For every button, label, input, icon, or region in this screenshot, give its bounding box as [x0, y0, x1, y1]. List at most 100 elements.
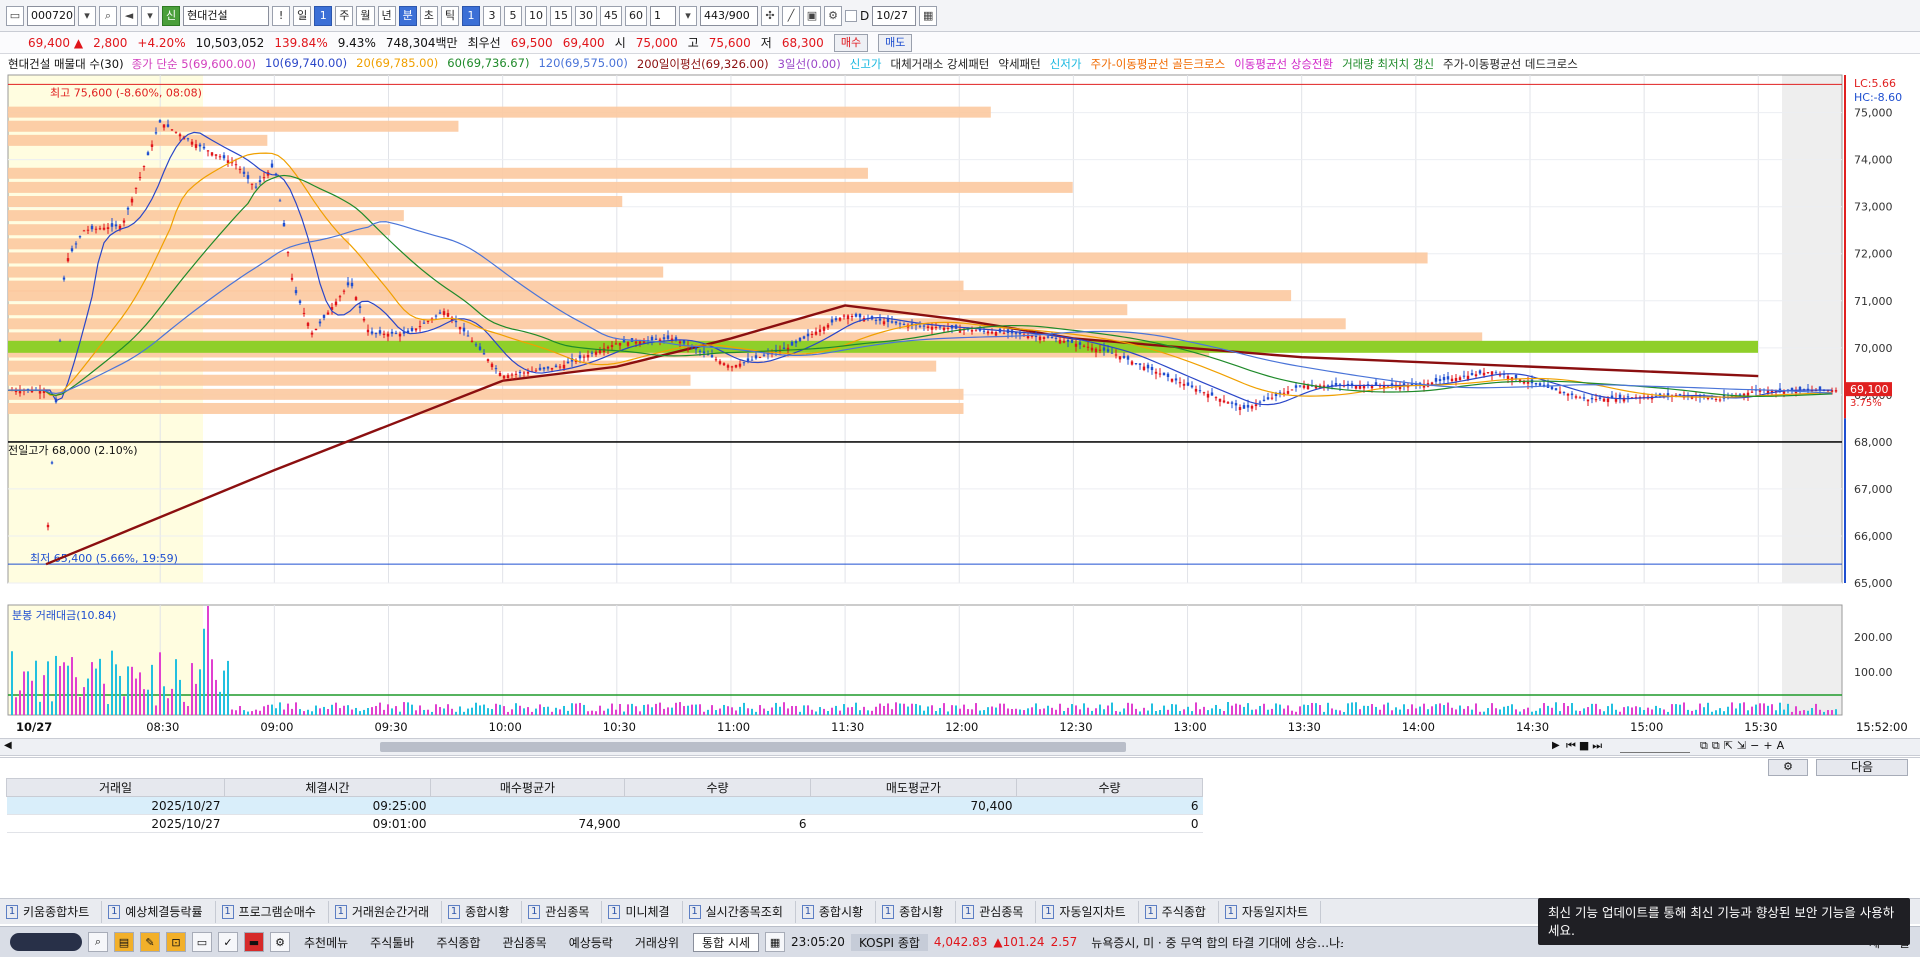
- window-tab[interactable]: 1 관심종목: [522, 900, 603, 923]
- period-week[interactable]: 주: [335, 5, 354, 26]
- scroll-left-icon[interactable]: ◀: [4, 740, 12, 751]
- window-tab[interactable]: 1 프로그램순매수: [216, 900, 329, 923]
- trade-header-cell[interactable]: 수량: [624, 778, 811, 797]
- count-select[interactable]: 1: [650, 5, 676, 26]
- legend-item[interactable]: 이동평균선 상승전환: [1234, 56, 1333, 72]
- recommend-menu[interactable]: 추천메뉴: [296, 934, 356, 951]
- legend-item[interactable]: 10(69,740.00): [265, 56, 347, 72]
- update-notice-toast[interactable]: 최신 기능 업데이트를 통해 최신 기능과 향상된 보안 기능을 사용하세요.: [1538, 898, 1910, 945]
- period-second[interactable]: 초: [419, 5, 438, 26]
- save-icon[interactable]: ▣: [803, 5, 821, 26]
- unified-button[interactable]: 통합 시세: [693, 932, 760, 952]
- interval-5[interactable]: 5: [504, 5, 522, 26]
- zoom-slider[interactable]: [1620, 739, 1690, 753]
- legend-item[interactable]: 3일선(0.00): [778, 56, 841, 72]
- chart-scrollbar[interactable]: ◀ ▶ ⏮■⏭ ⧉⧉⇱⇲−+A: [0, 738, 1920, 756]
- search-icon[interactable]: ⌕: [88, 932, 108, 952]
- legend-item[interactable]: 신저가: [1050, 56, 1082, 72]
- legend-item[interactable]: 60(69,736.67): [447, 56, 529, 72]
- period-minute[interactable]: 분: [398, 5, 417, 26]
- period-day[interactable]: 일: [293, 5, 312, 26]
- chart-tools-icons[interactable]: ⧉⧉⇱⇲−+A: [1700, 739, 1788, 753]
- window-tab[interactable]: 1 주식종합: [1139, 900, 1219, 923]
- price-chart[interactable]: 75,00074,00073,00072,00071,00070,00069,0…: [0, 73, 1920, 743]
- legend-item[interactable]: 주가-이동평균선 데드크로스: [1443, 56, 1578, 72]
- search-box[interactable]: [10, 933, 82, 951]
- legend-item[interactable]: 신고가: [850, 56, 882, 72]
- window-tab[interactable]: 1 자동일지차트: [1219, 900, 1322, 923]
- lock-icon[interactable]: ⊡: [166, 932, 186, 952]
- folder-icon[interactable]: ▤: [114, 932, 134, 952]
- window-tab[interactable]: 1 거래원순간거래: [329, 900, 443, 923]
- stock-toolbar-menu[interactable]: 주식툴바: [362, 934, 422, 951]
- monitor-icon[interactable]: ▭: [192, 932, 212, 952]
- window-tab[interactable]: 1 자동일지차트: [1036, 900, 1139, 923]
- interval-15[interactable]: 15: [550, 5, 572, 26]
- draw-line-icon[interactable]: ╱: [782, 5, 800, 26]
- period-year[interactable]: 년: [377, 5, 396, 26]
- legend-item[interactable]: 20(69,785.00): [356, 56, 438, 72]
- date-input[interactable]: 10/27: [872, 5, 917, 26]
- taskbar-item-stock[interactable]: 주식종합: [428, 934, 488, 951]
- trade-header-cell[interactable]: 수량: [1016, 778, 1203, 797]
- window-tab[interactable]: 1 예상체결등락률: [102, 900, 216, 923]
- window-icon[interactable]: ▭: [6, 5, 24, 26]
- scroll-thumb[interactable]: [380, 742, 1126, 752]
- window-tab[interactable]: 1 실시간종목조회: [683, 900, 796, 923]
- pencil-icon[interactable]: ✎: [140, 932, 160, 952]
- trade-header-cell[interactable]: 매도평균가: [810, 778, 1017, 797]
- legend-item[interactable]: 약세패턴: [998, 56, 1040, 72]
- count-dropdown-icon[interactable]: ▾: [679, 5, 697, 26]
- window-tab[interactable]: 1 종합시황: [796, 900, 877, 923]
- search-icon[interactable]: ⌕: [99, 5, 117, 26]
- speaker-dropdown-icon[interactable]: ▾: [141, 5, 159, 26]
- period-month[interactable]: 월: [356, 5, 375, 26]
- taskbar-item-watchlist[interactable]: 관심종목: [495, 934, 555, 951]
- window-tab[interactable]: 1 관심종목: [956, 900, 1037, 923]
- next-button[interactable]: 다음: [1816, 759, 1908, 776]
- alert-button[interactable]: !: [272, 5, 291, 26]
- trade-row[interactable]: 2025/10/27 09:25:00 70,400 6: [6, 796, 1203, 815]
- buy-button[interactable]: 매수: [833, 33, 869, 52]
- legend-item[interactable]: 주가-이동평균선 골든크로스: [1090, 56, 1225, 72]
- legend-item[interactable]: 200일이평선(69,326.00): [637, 56, 769, 72]
- index-name[interactable]: KOSPI 종합: [850, 933, 928, 951]
- taskbar-item-forecast[interactable]: 예상등락: [561, 934, 621, 951]
- range-field[interactable]: 443/900: [700, 5, 758, 26]
- interval-30[interactable]: 30: [575, 5, 597, 26]
- scroll-right-icon[interactable]: ▶: [1552, 740, 1560, 751]
- checklist-icon[interactable]: ✓: [218, 932, 238, 952]
- legend-item[interactable]: 대체거래소 강세패턴: [890, 56, 989, 72]
- period-tick[interactable]: 틱: [440, 5, 459, 26]
- period-day-count[interactable]: 1: [314, 5, 333, 26]
- taskbar-item-top[interactable]: 거래상위: [627, 934, 687, 951]
- playback-controls[interactable]: ⏮■⏭: [1566, 739, 1605, 753]
- stock-name-field[interactable]: 현대건설: [183, 5, 270, 26]
- window-tab[interactable]: 1 종합시황: [876, 900, 957, 923]
- gear-icon[interactable]: ⚙: [824, 5, 842, 26]
- interval-10[interactable]: 10: [525, 5, 547, 26]
- legend-item[interactable]: 종가 단순 5(69,600.00): [132, 56, 256, 72]
- trade-header-cell[interactable]: 매수평균가: [430, 778, 625, 797]
- trade-row[interactable]: 2025/10/27 09:01:00 74,900 6 0: [6, 814, 1203, 833]
- speaker-icon[interactable]: ◄: [120, 5, 138, 26]
- stock-code-input[interactable]: 000720: [27, 5, 75, 26]
- crosshair-icon[interactable]: ✣: [761, 5, 779, 26]
- legend-item[interactable]: 120(69,575.00): [538, 56, 627, 72]
- interval-45[interactable]: 45: [600, 5, 622, 26]
- screen-icon[interactable]: ▬: [244, 932, 264, 952]
- code-dropdown-icon[interactable]: ▾: [78, 5, 96, 26]
- window-tab[interactable]: 1 키움종합차트: [0, 900, 103, 923]
- window-tab[interactable]: 1 미니체결: [602, 900, 683, 923]
- sell-button[interactable]: 매도: [878, 33, 913, 52]
- settings-icon[interactable]: ⚙: [1768, 759, 1808, 776]
- date-checkbox[interactable]: [845, 9, 857, 22]
- calendar-icon[interactable]: ▦: [919, 5, 938, 26]
- calendar-icon[interactable]: ▦: [765, 932, 786, 952]
- gear-icon[interactable]: ⚙: [270, 932, 290, 952]
- chart-svg[interactable]: 75,00074,00073,00072,00071,00070,00069,0…: [0, 73, 1920, 718]
- interval-3[interactable]: 3: [483, 5, 501, 26]
- trade-header-cell[interactable]: 체결시간: [224, 778, 431, 797]
- legend-item[interactable]: 거래량 최저치 갱신: [1342, 56, 1434, 72]
- news-ticker[interactable]: 뉴욕증시, 미 · 중 무역 합의 타결 기대에 상승…나스: [1083, 934, 1343, 951]
